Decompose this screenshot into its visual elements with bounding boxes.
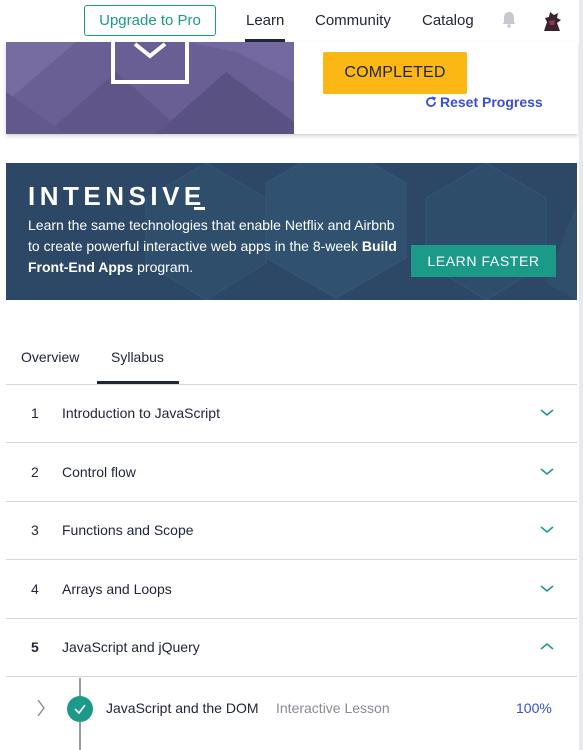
envelope-icon [111,42,189,84]
unit-title: Functions and Scope [62,522,194,538]
intensive-text-end: program. [133,259,194,275]
intensive-text-start: Learn the same technologies that enable … [28,217,395,254]
course-banner-image [6,42,294,134]
unit-number: 5 [31,639,39,655]
course-card: COMPLETED Reset Progress [6,42,578,134]
reset-progress-label: Reset Progress [440,94,543,110]
lesson-title-link[interactable]: JavaScript and the DOM [106,700,259,716]
bell-icon[interactable] [501,11,517,29]
title-cursor-underline [194,207,205,210]
tab-syllabus[interactable]: Syllabus [111,349,164,365]
completed-check-icon [67,696,93,722]
tab-overview[interactable]: Overview [21,349,79,365]
unit-title: Introduction to JavaScript [62,405,220,421]
chevron-right-icon[interactable] [36,698,46,718]
unit-title: JavaScript and jQuery [62,639,200,655]
user-avatar-icon[interactable] [540,9,564,33]
chevron-down-icon[interactable] [540,524,554,534]
nav-catalog-link[interactable]: Catalog [422,12,474,29]
completed-button[interactable]: COMPLETED [323,52,467,94]
nav-community-link[interactable]: Community [315,12,391,29]
top-nav: Upgrade to Pro Learn Community Catalog [0,0,578,42]
unit-number: 1 [31,405,39,421]
intensive-title: INTENSIVE [28,181,206,211]
unit-number: 4 [31,581,39,597]
syllabus-unit-row[interactable]: 1 Introduction to JavaScript [6,385,577,443]
unit-number: 3 [31,522,39,538]
unit-title: Arrays and Loops [62,581,172,597]
intensive-banner: INTENSIVE Learn the same technologies th… [6,163,577,300]
lesson-progress-value: 100% [516,700,552,716]
syllabus-unit-row-expanded[interactable]: 5 JavaScript and jQuery [6,619,577,677]
syllabus-unit-row[interactable]: 3 Functions and Scope [6,502,577,560]
chevron-down-icon[interactable] [540,407,554,417]
chevron-down-icon[interactable] [540,583,554,593]
unit-title: Control flow [62,464,136,480]
syllabus-unit-row[interactable]: 4 Arrays and Loops [6,561,577,619]
upgrade-to-pro-button[interactable]: Upgrade to Pro [84,5,216,36]
syllabus-unit-row[interactable]: 2 Control flow [6,444,577,502]
learn-faster-button[interactable]: LEARN FASTER [411,245,556,277]
reset-progress-link[interactable]: Reset Progress [425,94,543,110]
unit-number: 2 [31,464,39,480]
scrollbar-track[interactable] [579,0,583,750]
intensive-description: Learn the same technologies that enable … [28,215,398,278]
nav-learn-link[interactable]: Learn [246,12,284,29]
chevron-up-icon[interactable] [540,641,554,651]
lesson-row[interactable]: JavaScript and the DOM Interactive Lesso… [6,678,577,750]
chevron-down-icon[interactable] [540,466,554,476]
lesson-type-label: Interactive Lesson [276,700,390,716]
refresh-icon [426,96,436,107]
